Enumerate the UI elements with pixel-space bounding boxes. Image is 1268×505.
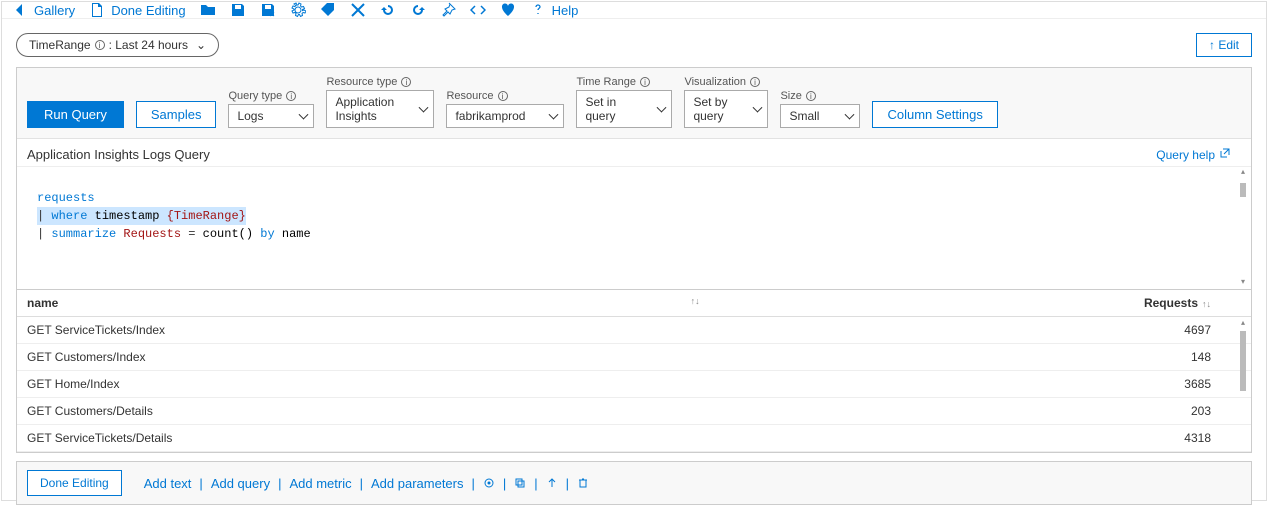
results-table: name↑↓ Requests↑↓ GET ServiceTickets/Ind… (17, 290, 1251, 452)
scroll-up-icon[interactable]: ▴ (1241, 318, 1245, 327)
query-help-link[interactable]: Query help (1156, 147, 1231, 162)
add-metric-link[interactable]: Add metric (289, 476, 351, 491)
resource-type-label: Resource typei (326, 76, 434, 88)
query-type-field: Query typei Logs (228, 90, 314, 128)
gear-icon[interactable] (290, 2, 306, 18)
scroll-up-icon[interactable]: ▴ (1241, 167, 1245, 179)
table-row[interactable]: GET Customers/Index148 (17, 344, 1251, 371)
size-field: Sizei Small (780, 90, 860, 128)
table-scrollbar: ▴ (1237, 318, 1249, 438)
panel-title: Application Insights Logs Query (27, 147, 210, 162)
table-row[interactable]: GET ServiceTickets/Details4318 (17, 425, 1251, 452)
save-icon[interactable] (230, 2, 246, 18)
edit-label: ↑ Edit (1209, 38, 1239, 52)
scroll-thumb[interactable] (1240, 183, 1246, 197)
col-requests-header[interactable]: Requests↑↓ (740, 290, 1251, 317)
size-label: Sizei (780, 90, 860, 102)
info-icon: i (286, 91, 296, 101)
query-type-label: Query typei (228, 90, 314, 102)
edit-button[interactable]: ↑ Edit (1196, 33, 1252, 57)
copy-icon[interactable] (514, 477, 526, 489)
footer-toolbar: Done Editing Add text | Add query | Add … (16, 461, 1252, 505)
redo-icon[interactable] (410, 2, 426, 18)
samples-button[interactable]: Samples (136, 101, 217, 128)
visualization-field: Visualizationi Set by query (684, 76, 768, 128)
add-parameters-link[interactable]: Add parameters (371, 476, 464, 491)
run-query-button[interactable]: Run Query (27, 101, 124, 128)
folder-icon[interactable] (200, 2, 216, 18)
info-icon: i (95, 40, 105, 50)
table-row[interactable]: GET Customers/Details203 (17, 398, 1251, 425)
info-icon: i (806, 91, 816, 101)
visualization-dropdown[interactable]: Set by query (684, 90, 768, 128)
column-settings-button[interactable]: Column Settings (872, 101, 997, 128)
query-editor[interactable]: requests | where timestamp {TimeRange} |… (17, 166, 1251, 289)
code-icon[interactable] (470, 2, 486, 18)
sort-icon: ↑↓ (691, 296, 700, 306)
scroll-thumb[interactable] (1240, 331, 1246, 391)
visualization-label: Visualizationi (684, 76, 768, 88)
help-button[interactable]: Help (530, 2, 579, 18)
question-icon (530, 2, 546, 18)
move-up-icon[interactable] (546, 477, 558, 489)
results-table-wrap: name↑↓ Requests↑↓ GET ServiceTickets/Ind… (16, 290, 1252, 453)
timerange-name: TimeRange (29, 38, 91, 52)
done-editing-label: Done Editing (111, 3, 185, 18)
top-toolbar: Gallery Done Editing Help (2, 2, 1266, 19)
pin-icon[interactable] (440, 2, 456, 18)
resource-label: Resourcei (446, 90, 564, 102)
timerange-pill[interactable]: TimeRange i : Last 24 hours ⌄ (16, 33, 219, 57)
panel-links: Query help (1156, 147, 1241, 162)
settings-icon[interactable] (483, 477, 495, 489)
info-icon: i (640, 77, 650, 87)
close-icon[interactable] (350, 2, 366, 18)
delete-icon[interactable] (577, 477, 589, 489)
chevron-down-icon: ⌄ (196, 38, 206, 52)
editor-scrollbar: ▴ ▾ (1237, 167, 1249, 289)
time-range-dropdown[interactable]: Set in query (576, 90, 672, 128)
help-label: Help (552, 3, 579, 18)
parameter-row: TimeRange i : Last 24 hours ⌄ ↑ Edit (2, 19, 1266, 63)
document-icon (89, 2, 105, 18)
info-icon: i (401, 77, 411, 87)
resource-dropdown[interactable]: fabrikamprod (446, 104, 564, 128)
add-query-link[interactable]: Add query (211, 476, 270, 491)
info-icon: i (498, 91, 508, 101)
time-range-label: Time Rangei (576, 76, 672, 88)
resource-type-field: Resource typei Application Insights (326, 76, 434, 128)
query-panel: Run Query Samples Query typei Logs Resou… (16, 67, 1252, 290)
info-icon: i (750, 77, 760, 87)
resource-type-dropdown[interactable]: Application Insights (326, 90, 434, 128)
size-dropdown[interactable]: Small (780, 104, 860, 128)
query-type-dropdown[interactable]: Logs (228, 104, 314, 128)
resource-field: Resourcei fabrikamprod (446, 90, 564, 128)
done-editing-footer-button[interactable]: Done Editing (27, 470, 122, 496)
time-range-field: Time Rangei Set in query (576, 76, 672, 128)
sort-icon: ↑↓ (1202, 299, 1211, 309)
gallery-label: Gallery (34, 3, 75, 18)
col-name-header[interactable]: name↑↓ (17, 290, 740, 317)
arrow-left-icon (12, 2, 28, 18)
tag-icon[interactable] (320, 2, 336, 18)
save-as-icon[interactable] (260, 2, 276, 18)
timerange-value: : Last 24 hours (109, 38, 188, 52)
undo-icon[interactable] (380, 2, 396, 18)
gallery-button[interactable]: Gallery (12, 2, 75, 18)
done-editing-button[interactable]: Done Editing (89, 2, 185, 18)
heart-icon[interactable] (500, 2, 516, 18)
external-link-icon (1219, 147, 1231, 162)
table-row[interactable]: GET ServiceTickets/Index4697 (17, 317, 1251, 344)
table-row[interactable]: GET Home/Index3685 (17, 371, 1251, 398)
scroll-down-icon[interactable]: ▾ (1241, 277, 1245, 289)
panel-title-row: Application Insights Logs Query Query he… (17, 139, 1251, 166)
add-text-link[interactable]: Add text (144, 476, 192, 491)
app-root: Gallery Done Editing Help TimeRange i : … (1, 1, 1267, 501)
query-panel-header: Run Query Samples Query typei Logs Resou… (17, 68, 1251, 139)
